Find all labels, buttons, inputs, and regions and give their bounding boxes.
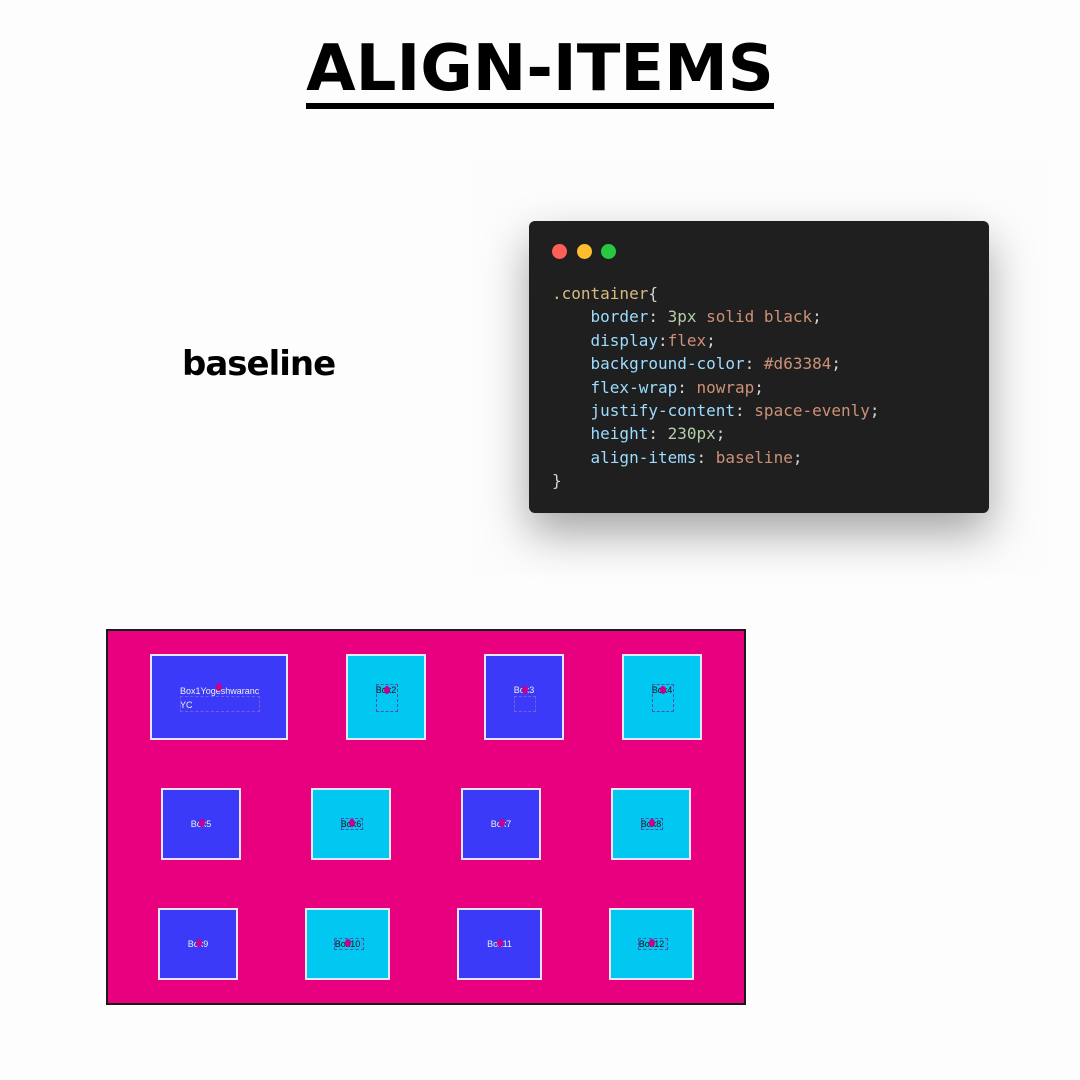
- flex-box-9: Box9: [158, 908, 238, 980]
- css-code-block: .container{ border: 3px solid black; dis…: [552, 282, 880, 493]
- page-title: ALIGN-ITEMS: [0, 32, 1080, 109]
- code-window: .container{ border: 3px solid black; dis…: [529, 221, 989, 513]
- code-value: baseline: [715, 447, 793, 467]
- code-property: display: [590, 330, 658, 350]
- code-value: #d63384: [763, 354, 832, 374]
- flex-box-5: Box5: [161, 788, 241, 860]
- flex-box-3: Box3: [484, 654, 564, 740]
- code-line: align-items: baseline;: [590, 447, 803, 467]
- code-open-brace: {: [648, 284, 658, 303]
- code-value: nowrap: [696, 377, 755, 397]
- code-value: flex: [667, 330, 707, 350]
- code-property: justify-content: [590, 401, 736, 421]
- baseline-marker-icon: [345, 939, 351, 947]
- code-line: flex-wrap: nowrap;: [590, 377, 764, 397]
- flex-box-1: Box1Yogeshwaranc YC: [150, 654, 288, 740]
- code-property: background-color: [590, 354, 745, 374]
- flex-box-12: Box12: [609, 908, 694, 980]
- code-line: height: 230px;: [590, 424, 726, 444]
- flex-box-8: Box8: [611, 788, 691, 860]
- code-line: background-color: #d63384;: [590, 354, 841, 374]
- code-property: flex-wrap: [590, 377, 678, 397]
- flex-box-11: Box11: [457, 908, 542, 980]
- baseline-marker-icon: [522, 686, 528, 694]
- code-value: solid black: [696, 307, 813, 327]
- code-number: 230px: [667, 424, 716, 444]
- baseline-marker-icon: [216, 683, 222, 691]
- flex-box-7: Box7: [461, 788, 541, 860]
- code-property: height: [590, 424, 649, 444]
- flex-box-10: Box10: [305, 908, 390, 980]
- window-minimize-dot-icon: [577, 244, 592, 259]
- baseline-guide-icon: [180, 696, 260, 712]
- code-line: border: 3px solid black;: [590, 307, 822, 327]
- flex-box-6: Box6: [311, 788, 391, 860]
- code-line: justify-content: space-evenly;: [590, 401, 880, 421]
- property-value-label: baseline: [182, 344, 336, 384]
- code-value: space-evenly: [754, 401, 870, 421]
- code-property: border: [590, 307, 649, 327]
- code-number: 3px: [667, 307, 697, 327]
- baseline-marker-icon: [499, 819, 505, 827]
- flex-container-demo: Box1Yogeshwaranc YC Box2 Box3 Box4 Box5 …: [106, 629, 746, 1005]
- baseline-marker-icon: [199, 819, 205, 827]
- baseline-marker-icon: [349, 819, 355, 827]
- code-property: align-items: [590, 447, 697, 467]
- baseline-marker-icon: [384, 686, 390, 694]
- window-close-dot-icon: [552, 244, 567, 259]
- flex-box-4: Box4: [622, 654, 702, 740]
- baseline-marker-icon: [196, 939, 202, 947]
- baseline-marker-icon: [649, 819, 655, 827]
- code-line: display:flex;: [590, 330, 716, 350]
- page-title-text: ALIGN-ITEMS: [306, 37, 774, 109]
- window-maximize-dot-icon: [601, 244, 616, 259]
- code-selector: .container: [552, 284, 649, 303]
- code-close-brace: }: [552, 471, 562, 491]
- baseline-marker-icon: [649, 939, 655, 947]
- flex-box-2: Box2: [346, 654, 426, 740]
- baseline-guide-icon: [514, 696, 536, 712]
- baseline-marker-icon: [660, 686, 666, 694]
- baseline-marker-icon: [497, 939, 503, 947]
